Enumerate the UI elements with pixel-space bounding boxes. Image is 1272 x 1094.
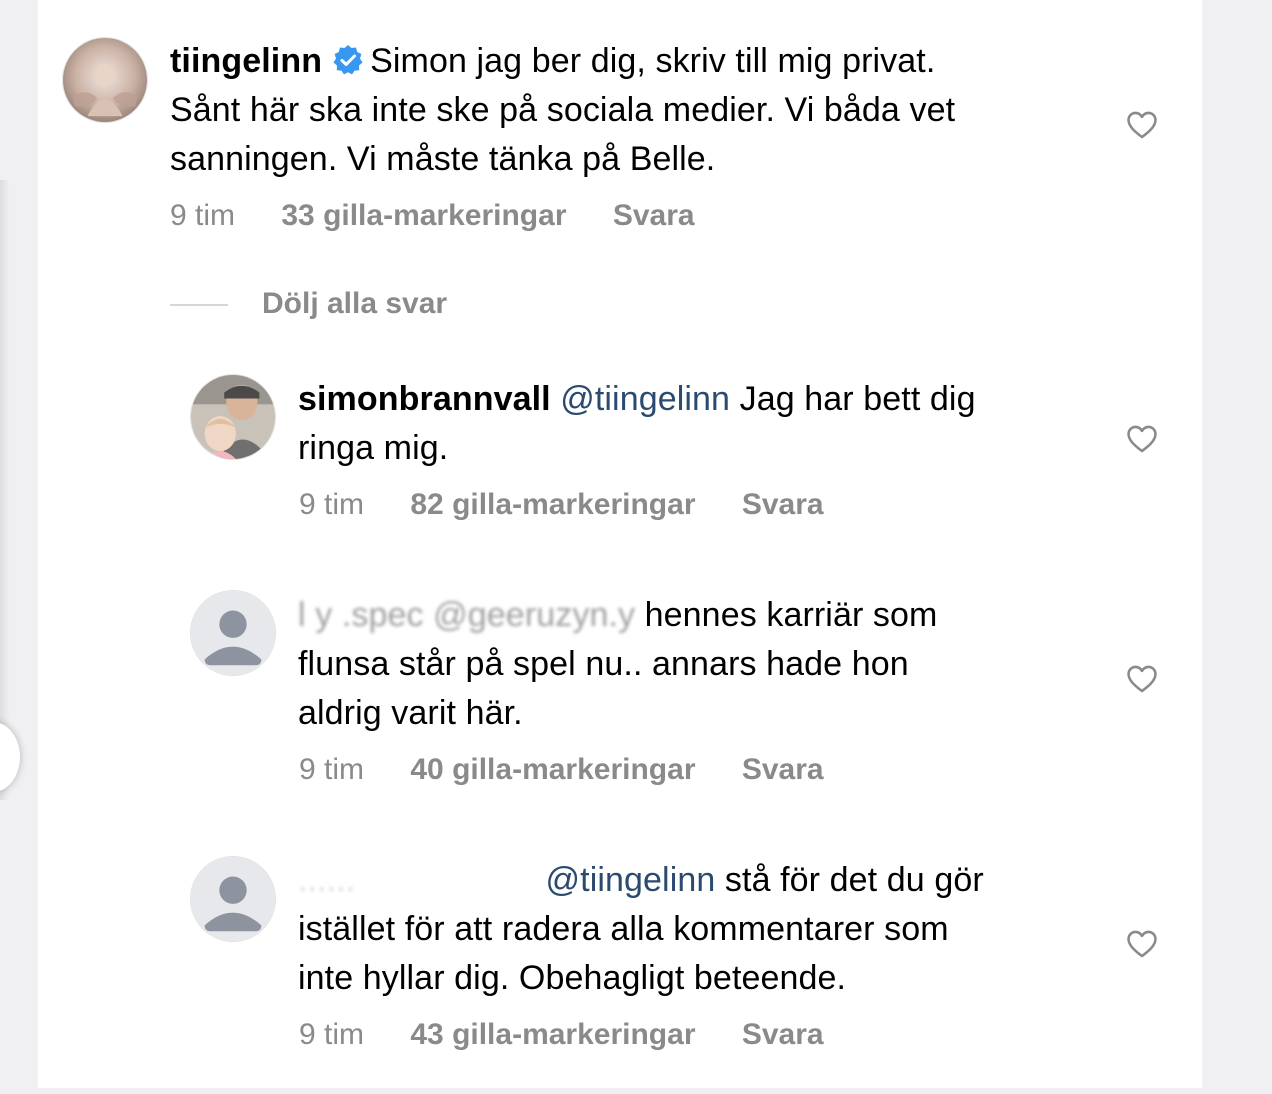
heart-icon[interactable] <box>1125 422 1159 456</box>
reply-button[interactable]: Svara <box>742 1018 824 1051</box>
redacted-username: ...... <box>298 861 356 899</box>
hide-replies-button[interactable]: Dölj alla svar <box>170 287 447 321</box>
redacted-mention: @geeruzyn.y <box>433 596 636 634</box>
comment-text: tiingelinn Simon jag ber dig, skriv till … <box>170 37 1070 184</box>
comment-meta: 9 tim 82 gilla-markeringar Svara <box>299 488 862 522</box>
reply-button[interactable]: Svara <box>613 199 695 232</box>
comment-time: 9 tim <box>299 488 365 521</box>
likes-count[interactable]: 33 gilla-markeringar <box>281 199 566 232</box>
avatar-tiingelinn[interactable] <box>62 37 148 123</box>
comments-panel: tiingelinn Simon jag ber dig, skriv till … <box>38 0 1202 1088</box>
heart-icon[interactable] <box>1125 927 1159 961</box>
verified-badge-icon <box>332 41 364 75</box>
default-avatar-icon[interactable] <box>190 590 276 676</box>
heart-icon[interactable] <box>1125 662 1159 696</box>
mention-link[interactable]: @tiingelinn <box>560 380 730 418</box>
default-avatar-icon[interactable] <box>190 856 276 942</box>
redacted-username: l y .spec <box>298 596 424 634</box>
heart-icon[interactable] <box>1125 108 1159 142</box>
comment-meta: 9 tim 40 gilla-markeringar Svara <box>299 753 862 787</box>
reply-button[interactable]: Svara <box>742 488 824 521</box>
comment-line: inte hyllar dig. Obehagligt beteende. <box>298 959 847 997</box>
comment-line: ringa mig. <box>298 429 449 467</box>
left-edge-shadow <box>0 180 10 800</box>
comment-text: ...... @tiingelinn stå för det du gör is… <box>298 856 1198 1003</box>
comment-line: Simon jag ber dig, skriv till mig privat… <box>370 42 936 80</box>
comment-username[interactable]: simonbrannvall <box>298 380 551 418</box>
comment-line: stå för det du gör <box>724 861 984 899</box>
comment-text: l y .spec @geeruzyn.y hennes karriär som… <box>298 591 1198 738</box>
comment-username[interactable]: tiingelinn <box>170 42 322 80</box>
comment-time: 9 tim <box>170 199 236 232</box>
comment-text: simonbrannvall @tiingelinn Jag har bett … <box>298 375 1198 473</box>
comment-time: 9 tim <box>299 753 365 786</box>
reply-button[interactable]: Svara <box>742 753 824 786</box>
comment-line: Jag har bett dig <box>739 380 976 418</box>
comment-line: hennes karriär som <box>644 596 938 634</box>
likes-count[interactable]: 43 gilla-markeringar <box>410 1018 695 1051</box>
likes-count[interactable]: 82 gilla-markeringar <box>410 488 695 521</box>
side-scroll-handle[interactable] <box>0 722 20 792</box>
comment-line: aldrig varit här. <box>298 694 523 732</box>
comment-line: Sånt här ska inte ske på sociala medier.… <box>170 91 956 129</box>
comment-meta: 9 tim 33 gilla-markeringar Svara <box>170 199 733 233</box>
comment-line: flunsa står på spel nu.. annars hade hon <box>298 645 909 683</box>
hide-replies-label: Dölj alla svar <box>262 287 448 320</box>
comment-line: istället för att radera alla kommentarer… <box>298 910 949 948</box>
mention-link[interactable]: @tiingelinn <box>546 861 716 899</box>
likes-count[interactable]: 40 gilla-markeringar <box>410 753 695 786</box>
comment-meta: 9 tim 43 gilla-markeringar Svara <box>299 1018 862 1052</box>
avatar-simonbrannvall[interactable] <box>190 374 276 460</box>
comment-line: sanningen. Vi måste tänka på Belle. <box>170 140 716 178</box>
comment-time: 9 tim <box>299 1018 365 1051</box>
